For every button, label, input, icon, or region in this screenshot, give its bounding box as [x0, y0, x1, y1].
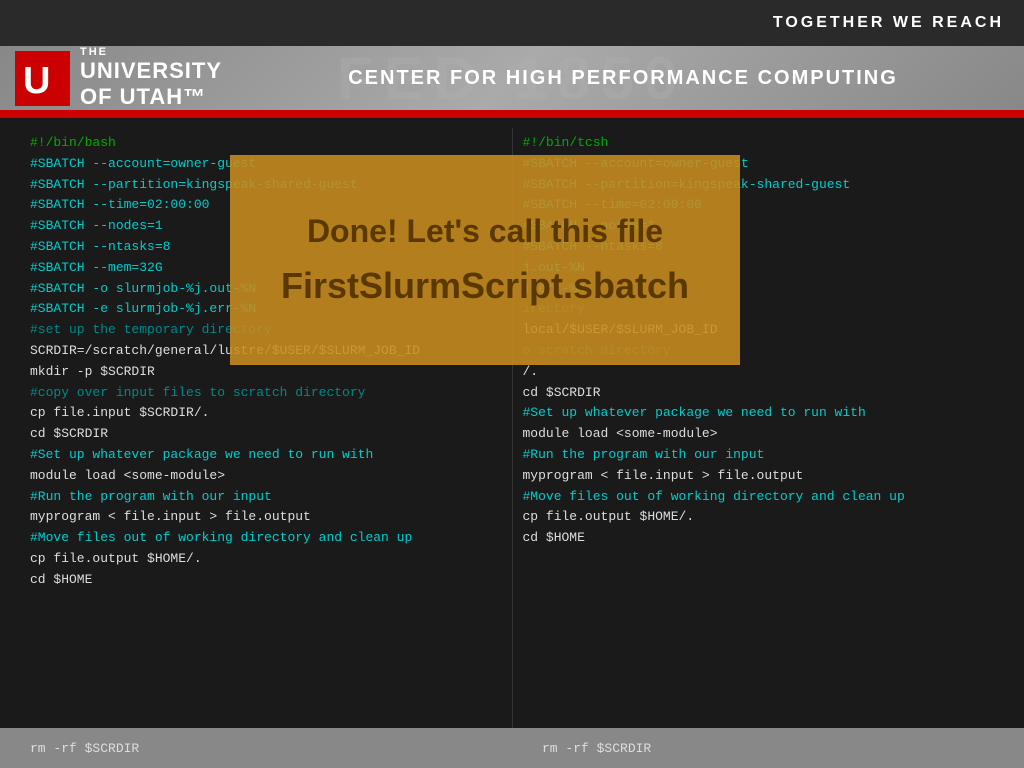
- university-name: THE UNIVERSITY OF UTAH™: [80, 46, 222, 110]
- overlay-line2: FirstSlurmScript.sbatch: [281, 265, 689, 307]
- header: TOGETHER WE REACH FED 1850 U THE UNIVERS…: [0, 0, 1024, 110]
- code-line: #Run the program with our input: [523, 445, 995, 466]
- code-line: #Move files out of working directory and…: [30, 528, 502, 549]
- code-line: #Set up whatever package we need to run …: [30, 445, 502, 466]
- code-line: #!/bin/bash: [30, 133, 502, 154]
- code-line: #Set up whatever package we need to run …: [523, 403, 995, 424]
- of-utah-text: OF UTAH™: [80, 84, 222, 110]
- overlay-popup: Done! Let's call this file FirstSlurmScr…: [230, 155, 740, 365]
- red-bar: [0, 110, 1024, 118]
- code-line: #copy over input files to scratch direct…: [30, 383, 502, 404]
- code-line: #!/bin/tcsh: [523, 133, 995, 154]
- code-line: myprogram < file.input > file.output: [523, 466, 995, 487]
- top-bar: TOGETHER WE REACH: [0, 0, 1024, 46]
- logo-area: U THE UNIVERSITY OF UTAH™: [0, 46, 222, 110]
- bottom-right: rm -rf $SCRDIR: [512, 741, 1024, 756]
- code-line: myprogram < file.input > file.output: [30, 507, 502, 528]
- code-line: module load <some-module>: [523, 424, 995, 445]
- center-title: CENTER FOR HIGH PERFORMANCE COMPUTING: [348, 67, 898, 90]
- code-line: cd $HOME: [30, 570, 502, 591]
- code-line: cp file.input $SCRDIR/.: [30, 403, 502, 424]
- code-line: #Run the program with our input: [30, 487, 502, 508]
- code-line: cd $HOME: [523, 528, 995, 549]
- code-line: cd $SCRDIR: [523, 383, 995, 404]
- code-line: #Move files out of working directory and…: [523, 487, 995, 508]
- the-text: THE: [80, 46, 222, 58]
- code-line: cp file.output $HOME/.: [30, 549, 502, 570]
- university-text-line: UNIVERSITY: [80, 58, 222, 84]
- code-line: cd $SCRDIR: [30, 424, 502, 445]
- logo-banner: FED 1850 U THE UNIVERSITY OF UTAH™ CENTE…: [0, 46, 1024, 110]
- svg-text:U: U: [23, 60, 50, 102]
- code-line: module load <some-module>: [30, 466, 502, 487]
- together-we-reach-text: TOGETHER WE REACH: [773, 14, 1004, 32]
- center-title-area: CENTER FOR HIGH PERFORMANCE COMPUTING: [222, 67, 1024, 90]
- bottom-bar: rm -rf $SCRDIR rm -rf $SCRDIR: [0, 728, 1024, 768]
- university-logo: U: [15, 51, 70, 106]
- bottom-left: rm -rf $SCRDIR: [0, 741, 512, 756]
- overlay-line1: Done! Let's call this file: [307, 213, 663, 250]
- code-line: cp file.output $HOME/.: [523, 507, 995, 528]
